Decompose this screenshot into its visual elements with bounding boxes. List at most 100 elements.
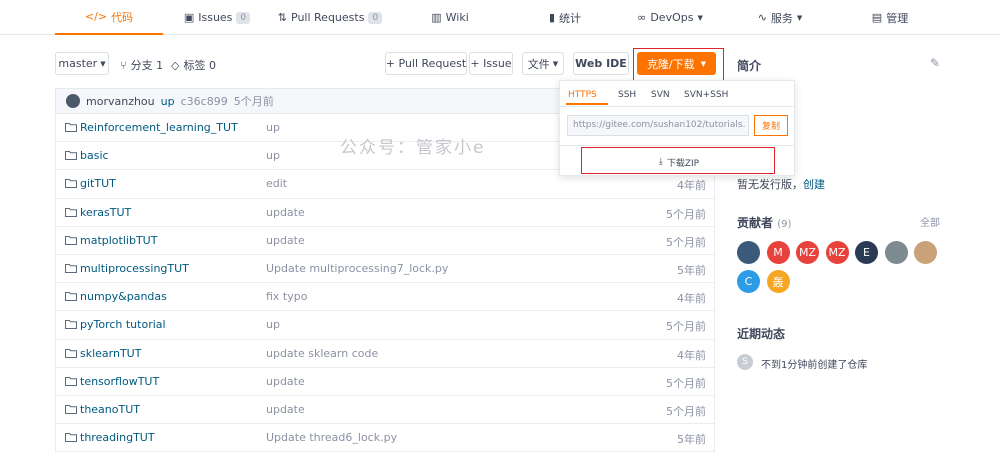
pull-requests-count-badge: 0 — [368, 11, 383, 24]
commit-hash[interactable]: c36c899 — [181, 95, 228, 108]
contributor-avatar[interactable]: M — [766, 241, 790, 264]
web-ide-button[interactable]: Web IDE — [573, 52, 629, 75]
table-row[interactable]: threadingTUT Update thread6_lock.py 5年前 — [55, 424, 715, 452]
file-commit-message[interactable]: edit — [266, 177, 287, 190]
pull-request-icon: ⇅ — [277, 11, 288, 24]
contributor-avatar[interactable]: E — [855, 241, 878, 264]
pull-request-button[interactable]: + Pull Request — [385, 52, 467, 75]
issues-count-badge: 0 — [236, 11, 251, 24]
file-name[interactable]: tensorflowTUT — [80, 375, 159, 388]
file-name[interactable]: Reinforcement_learning_TUT — [80, 121, 238, 134]
folder-icon — [65, 235, 77, 248]
contributors-all-link[interactable]: 全部 — [920, 214, 940, 229]
file-commit-message[interactable]: update — [266, 403, 305, 416]
divider — [560, 106, 794, 107]
table-row[interactable]: numpy&pandas fix typo 4年前 — [55, 283, 715, 312]
file-name[interactable]: numpy&pandas — [80, 290, 167, 303]
file-name[interactable]: basic — [80, 149, 109, 162]
commit-message[interactable]: up — [161, 95, 175, 108]
file-name[interactable]: multiprocessingTUT — [80, 262, 189, 275]
activity-title: 近期动态 — [737, 327, 786, 341]
table-row[interactable]: sklearnTUT update sklearn code 4年前 — [55, 339, 715, 368]
file-commit-message[interactable]: up — [266, 149, 280, 162]
contributor-avatar[interactable]: MZ — [825, 241, 849, 264]
folder-icon — [65, 263, 77, 276]
table-row[interactable]: kerasTUT update 5个月前 — [55, 198, 715, 227]
tab-stats[interactable]: ▮ 统计 — [520, 0, 610, 35]
file-commit-message[interactable]: fix typo — [266, 290, 307, 303]
issue-button[interactable]: + Issue — [469, 52, 513, 75]
file-button[interactable]: 文件 ▼ — [522, 52, 564, 75]
file-commit-message[interactable]: update — [266, 375, 305, 388]
tab-code[interactable]: </> 代码 — [55, 0, 163, 35]
clone-url-field[interactable]: https://gitee.com/sushan102/tutorials. — [567, 115, 749, 136]
create-release-link[interactable]: 创建 — [803, 178, 825, 191]
folder-icon — [65, 348, 77, 361]
folder-icon — [65, 319, 77, 332]
file-name[interactable]: theanoTUT — [80, 403, 140, 416]
file-time: 4年前 — [677, 348, 706, 362]
folder-icon — [65, 376, 77, 389]
wiki-icon: ▥ — [431, 11, 442, 24]
file-name[interactable]: matplotlibTUT — [80, 234, 157, 247]
tab-svn-ssh[interactable]: SVN+SSH — [684, 90, 728, 100]
contributor-avatar[interactable] — [914, 241, 937, 264]
copy-button[interactable]: 复制 — [754, 115, 788, 136]
file-time: 5个月前 — [666, 404, 706, 418]
branch-select[interactable]: master ▼ — [55, 52, 109, 75]
contributor-avatar[interactable] — [737, 241, 760, 264]
file-time: 5年前 — [677, 263, 706, 277]
file-name[interactable]: sklearnTUT — [80, 347, 141, 360]
edit-icon[interactable]: ✎ — [930, 56, 940, 70]
file-name[interactable]: gitTUT — [80, 177, 116, 190]
contributor-avatar[interactable]: 轰 — [766, 270, 790, 293]
branches-link[interactable]: ⑂ 分支 1 — [120, 57, 163, 73]
file-name[interactable]: pyTorch tutorial — [80, 318, 166, 331]
tags-link[interactable]: ◇ 标签 0 — [171, 57, 216, 73]
folder-icon — [65, 404, 77, 417]
branch-icon: ⑂ — [120, 58, 127, 72]
folder-icon — [65, 291, 77, 304]
commit-author[interactable]: morvanzhou — [86, 95, 155, 108]
file-commit-message[interactable]: update — [266, 206, 305, 219]
tab-svn[interactable]: SVN — [651, 90, 670, 100]
contributor-avatar[interactable]: MZ — [796, 241, 819, 264]
contributor-avatar[interactable]: C — [737, 270, 760, 293]
tab-pull-requests[interactable]: ⇅ Pull Requests 0 — [271, 0, 389, 35]
tab-https[interactable]: HTTPS — [568, 90, 597, 100]
folder-icon — [65, 178, 77, 191]
repo-nav: </> 代码 ▣ Issues 0 ⇅ Pull Requests 0 ▥ Wiki ▮ 统计… — [0, 0, 1000, 35]
file-commit-message[interactable]: update — [266, 234, 305, 247]
tab-service[interactable]: ∿ 服务 ▼ — [735, 0, 825, 35]
contributor-avatar[interactable] — [884, 241, 908, 264]
file-name[interactable]: threadingTUT — [80, 431, 155, 444]
tab-issues[interactable]: ▣ Issues 0 — [163, 0, 271, 35]
tab-manage[interactable]: ▤ 管理 — [845, 0, 935, 35]
table-row[interactable]: theanoTUT update 5个月前 — [55, 395, 715, 425]
file-time: 5个月前 — [666, 320, 706, 334]
file-commit-message[interactable]: up — [266, 121, 280, 134]
download-highlight-box — [581, 147, 775, 174]
file-time: 5个月前 — [666, 207, 706, 221]
release-info: 暂无发行版，创建 — [737, 178, 825, 191]
active-protocol-underline — [566, 103, 608, 105]
file-commit-message[interactable]: update sklearn code — [266, 347, 378, 360]
file-commit-message[interactable]: Update multiprocessing7_lock.py — [266, 262, 448, 275]
manage-icon: ▤ — [871, 11, 883, 24]
table-row[interactable]: pyTorch tutorial up 5个月前 — [55, 311, 715, 340]
table-row[interactable]: tensorflowTUT update 5个月前 — [55, 367, 715, 396]
table-row[interactable]: multiprocessingTUT Update multiprocessing… — [55, 254, 715, 284]
folder-icon — [65, 207, 77, 220]
devops-icon: ∞ — [637, 11, 647, 24]
file-commit-message[interactable]: Update thread6_lock.py — [266, 431, 397, 444]
table-row[interactable]: matplotlibTUT update 5个月前 — [55, 226, 715, 255]
tab-ssh[interactable]: SSH — [618, 90, 636, 100]
tab-wiki[interactable]: ▥ Wiki — [405, 0, 495, 35]
chevron-down-icon: ▼ — [697, 13, 703, 22]
stats-icon: ▮ — [548, 11, 556, 24]
tab-devops[interactable]: ∞ DevOps ▼ — [620, 0, 720, 35]
file-commit-message[interactable]: up — [266, 318, 280, 331]
file-name[interactable]: kerasTUT — [80, 206, 131, 219]
folder-icon — [65, 122, 77, 135]
tag-icon: ◇ — [171, 58, 180, 72]
